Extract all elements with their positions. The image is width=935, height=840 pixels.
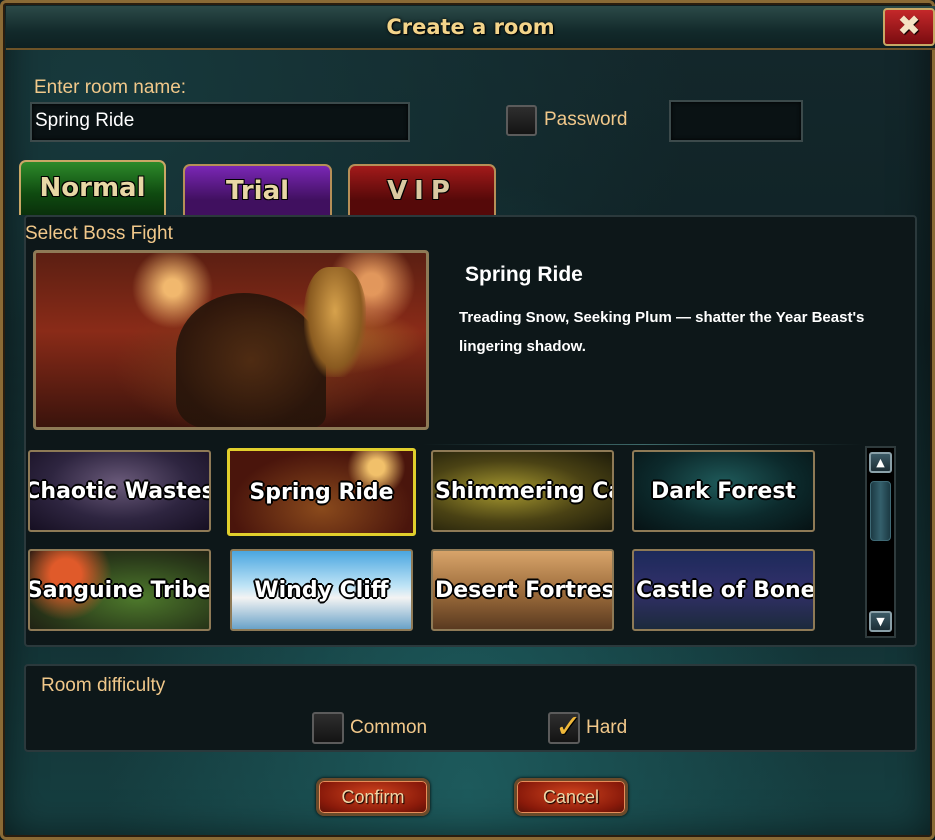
tab-normal[interactable]: Normal	[19, 160, 166, 215]
tab-trial[interactable]: Trial	[183, 164, 332, 215]
common-label: Common	[350, 717, 428, 738]
boss-card-label: Dark Forest	[651, 478, 796, 504]
arrow-down-icon: ▼	[876, 615, 885, 628]
hard-label: Hard	[586, 717, 628, 738]
hard-checkbox[interactable]: ✓	[548, 707, 582, 745]
cancel-button[interactable]: Cancel	[514, 778, 628, 816]
rider-illustration	[304, 267, 366, 377]
boss-preview-image	[33, 250, 429, 430]
scroll-thumb[interactable]	[870, 481, 891, 541]
password-label: Password	[544, 109, 628, 130]
boss-card-sanguine-tribe[interactable]: Sanguine Tribe	[28, 549, 211, 631]
boss-card-dark-forest[interactable]: Dark Forest	[632, 450, 815, 532]
boss-card-label: Spring Ride	[249, 479, 394, 505]
boss-section-label: Select Boss Fight	[25, 223, 173, 244]
boss-card-shimmering[interactable]: Shimmering Ca	[431, 450, 614, 532]
selected-boss-name: Spring Ride	[465, 263, 583, 286]
boss-card-label: Chaotic Wastes	[30, 478, 209, 504]
boss-card-label: Desert Fortress	[435, 577, 612, 603]
divider	[423, 444, 863, 445]
boss-card-label: Windy Cliff	[254, 577, 389, 603]
title-bar: Create a room	[6, 6, 935, 50]
password-checkbox[interactable]	[506, 105, 537, 136]
common-checkbox[interactable]	[312, 712, 344, 744]
password-input[interactable]	[669, 100, 803, 142]
boss-card-castle-of-bones[interactable]: Castle of Bones	[632, 549, 815, 631]
create-room-dialog: Create a room ✖ Enter room name: Spring …	[0, 0, 935, 840]
boss-card-label: Castle of Bones	[636, 577, 813, 603]
room-name-input[interactable]: Spring Ride	[30, 102, 410, 142]
scroll-up-button[interactable]: ▲	[869, 452, 892, 473]
selected-boss-description: Treading Snow, Seeking Plum — shatter th…	[459, 309, 865, 355]
boss-card-label: Shimmering Ca	[435, 478, 612, 504]
confirm-button[interactable]: Confirm	[316, 778, 430, 816]
checkmark-icon: ✓	[555, 707, 582, 745]
boss-card-label: Sanguine Tribe	[30, 577, 209, 603]
tab-vip[interactable]: VIP	[348, 164, 496, 215]
room-name-label: Enter room name:	[34, 77, 187, 98]
close-icon: ✖	[897, 9, 921, 42]
boss-card-spring-ride[interactable]: Spring Ride	[227, 448, 416, 536]
boss-list-scrollbar[interactable]: ▲ ▼	[865, 446, 896, 638]
difficulty-label: Room difficulty	[41, 675, 166, 696]
arrow-up-icon: ▲	[876, 456, 885, 469]
scroll-down-button[interactable]: ▼	[869, 611, 892, 632]
dialog-title: Create a room	[386, 15, 555, 39]
boss-card-desert-fortress[interactable]: Desert Fortress	[431, 549, 614, 631]
boss-card-chaotic-wastes[interactable]: Chaotic Wastes	[28, 450, 211, 532]
close-button[interactable]: ✖	[883, 8, 935, 46]
boss-card-windy-cliff[interactable]: Windy Cliff	[230, 549, 413, 631]
